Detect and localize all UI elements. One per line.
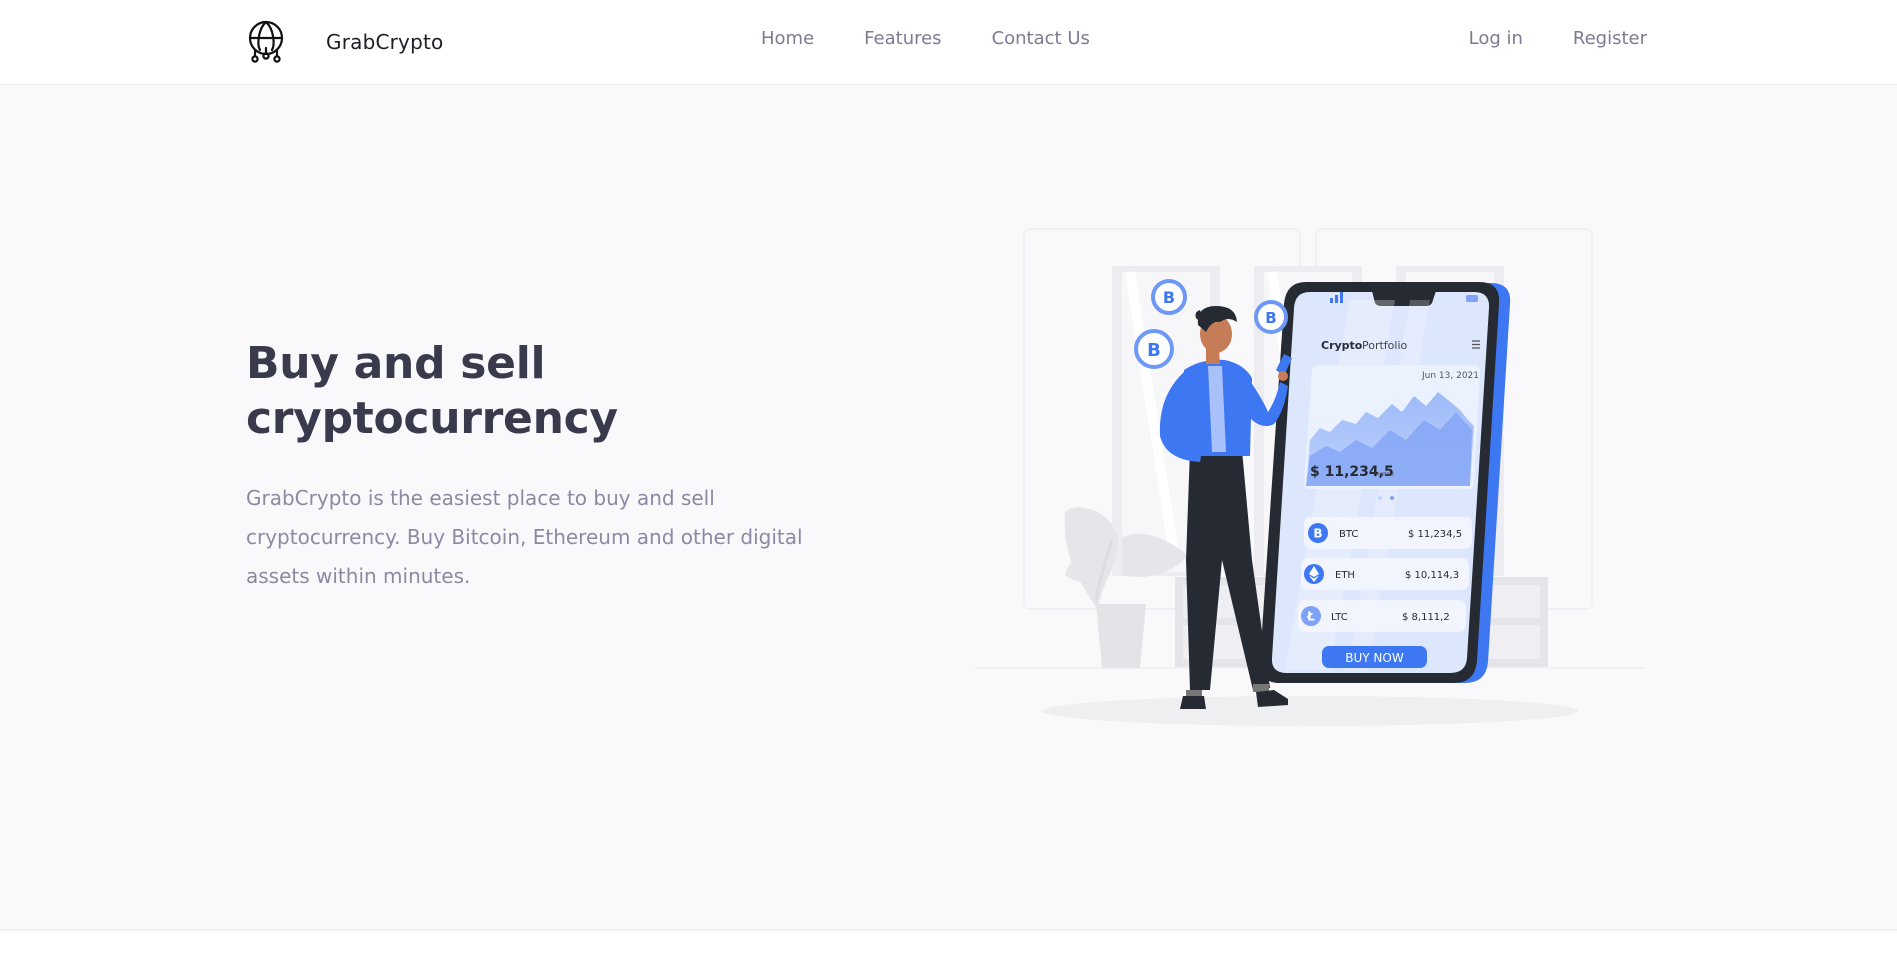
hero-title-line2: cryptocurrency [246, 393, 618, 444]
footer-divider [0, 929, 1897, 955]
coin-symbol: BTC [1339, 529, 1358, 540]
hero-description: GrabCrypto is the easiest place to buy a… [246, 486, 803, 588]
svg-text:B: B [1313, 527, 1322, 541]
register-link[interactable]: Register [1573, 28, 1647, 49]
coin-price: $ 10,114,3 [1405, 570, 1459, 581]
portfolio-date: Jun 13, 2021 [1421, 371, 1479, 381]
nav-features-link[interactable]: Features [864, 28, 941, 49]
bitcoin-badge-icon: B [1134, 329, 1174, 369]
brand-name: GrabCrypto [326, 30, 444, 54]
coin-row: ETH $ 10,114,3 [1301, 558, 1469, 590]
coin-price: $ 8,111,2 [1402, 612, 1450, 623]
coin-row: Ł LTC $ 8,111,2 [1298, 600, 1466, 632]
portfolio-change: (4.05%) [1374, 472, 1394, 478]
globe-network-icon [248, 20, 284, 63]
app-title-light: Portfolio [1362, 339, 1408, 352]
nav-contact-link[interactable]: Contact Us [992, 28, 1090, 49]
hero-title: Buy and sell cryptocurrency [246, 336, 766, 446]
navbar: GrabCrypto Home Features Contact Us Log … [0, 0, 1897, 85]
svg-text:B: B [1265, 309, 1276, 327]
main-nav: Home Features Contact Us [761, 28, 1090, 49]
auth-nav: Log in Register [1469, 28, 1647, 49]
bitcoin-badge-icon: B [1151, 279, 1187, 315]
coin-symbol: ETH [1335, 570, 1355, 581]
buy-now-label: BUY NOW [1345, 651, 1404, 665]
hero-title-line1: Buy and sell [246, 338, 546, 389]
coin-row: B BTC $ 11,234,5 [1304, 517, 1472, 549]
coin-price: $ 11,234,5 [1408, 529, 1462, 540]
app-title-bold: Crypto [1321, 339, 1363, 352]
bitcoin-badge-icon: B [1254, 300, 1288, 334]
svg-text:B: B [1147, 340, 1161, 361]
login-link[interactable]: Log in [1469, 28, 1523, 49]
svg-text:Ł: Ł [1306, 610, 1315, 624]
brand-link[interactable]: GrabCrypto [244, 20, 443, 64]
svg-text:B: B [1163, 288, 1175, 307]
nav-home-link[interactable]: Home [761, 28, 814, 49]
coin-symbol: LTC [1331, 612, 1348, 623]
crypto-portfolio-illustration: Crypto Portfolio Jun 13, 2021 $ 11,234,5… [975, 228, 1645, 726]
